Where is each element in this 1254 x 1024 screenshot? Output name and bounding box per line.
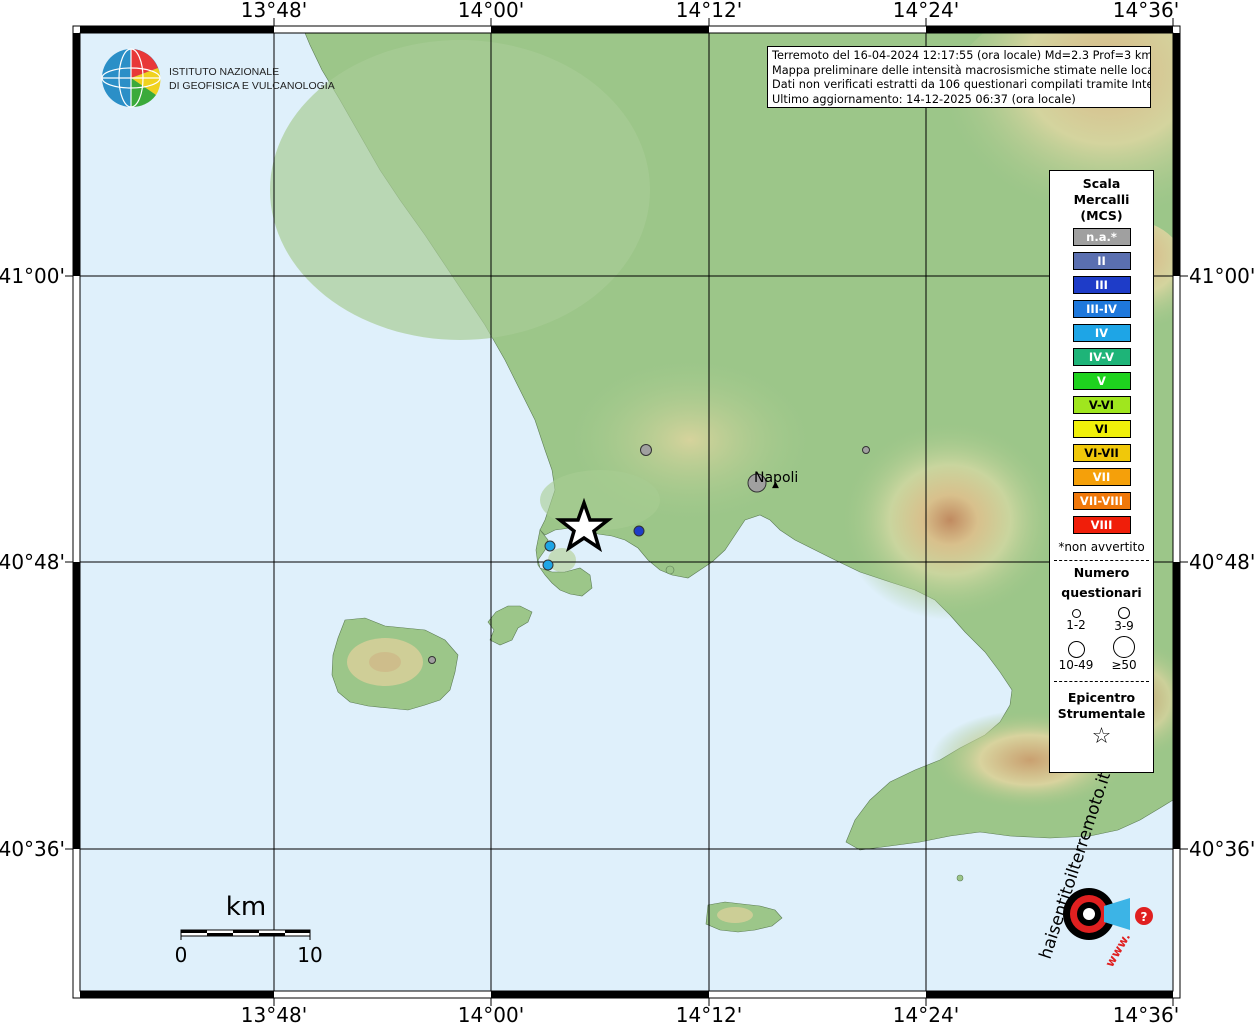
- legend-swatch-10: VII: [1072, 468, 1131, 486]
- size-class-4: ≥50: [1104, 636, 1144, 672]
- lon-tick-bottom-4: 14°24': [893, 1003, 959, 1024]
- point-intensity-iv[interactable]: [544, 540, 556, 552]
- legend-epi-title-line1: Epicentro: [1067, 690, 1136, 705]
- legend-title-line2: Mercalli: [1073, 192, 1130, 207]
- lon-tick-top-2: 14°00': [458, 0, 524, 22]
- legend-swatch-7: V-VI: [1072, 396, 1131, 414]
- lat-tick-left-3: 40°36': [0, 837, 65, 861]
- point-not-felt[interactable]: [862, 446, 870, 454]
- point-not-felt[interactable]: [640, 444, 652, 456]
- lon-tick-bottom-3: 14°12': [676, 1003, 742, 1024]
- size-class-1: 1-2: [1056, 609, 1096, 632]
- legend-title: Scala Mercalli (MCS): [1050, 176, 1153, 224]
- point-intensity-iv[interactable]: [542, 559, 554, 571]
- size-class-label: 10-49: [1058, 658, 1094, 672]
- size-ring-icon: [1067, 641, 1085, 658]
- legend-swatch-2: III: [1072, 276, 1131, 294]
- lon-labels-top: 13°48' 14°00' 14°12' 14°24' 14°36': [241, 0, 1179, 22]
- ingv-logo-line2: DI GEOFISICA E VULCANOLOGIA: [169, 80, 335, 92]
- lat-tick-right-1: 41°00': [1189, 264, 1254, 288]
- lat-tick-left-2: 40°48': [0, 550, 65, 574]
- lon-tick-top-5: 14°36': [1113, 0, 1179, 22]
- scale-unit: km: [226, 892, 266, 922]
- legend-count-title-line1: Numero: [1073, 565, 1130, 580]
- legend-separator: [1054, 681, 1149, 682]
- legend-count-title: Numero questionari: [1050, 563, 1153, 603]
- legend-star-icon: ☆: [1091, 724, 1112, 749]
- legend-title-line1: Scala: [1082, 176, 1121, 191]
- legend-count-title-line2: questionari: [1061, 585, 1142, 600]
- legend-swatch-11: VII-VIII: [1072, 492, 1131, 510]
- event-info-line1: Terremoto del 16-04-2024 12:17:55 (ora l…: [772, 49, 1151, 62]
- lon-labels-bottom: 13°48' 14°00' 14°12' 14°24' 14°36': [241, 1003, 1179, 1024]
- legend-swatch-3: III-IV: [1072, 300, 1131, 318]
- lat-tick-right-2: 40°48': [1189, 550, 1254, 574]
- lat-tick-left-1: 41°00': [0, 264, 65, 288]
- intensity-legend: Scala Mercalli (MCS) n.a.* II III III-IV IV I…: [1049, 170, 1154, 773]
- size-ring-icon: [1071, 609, 1081, 618]
- legend-size-classes: 1-2 3-9 10-49 ≥50: [1050, 603, 1153, 675]
- size-ring-icon: [1113, 636, 1135, 658]
- lon-tick-top-4: 14°24': [893, 0, 959, 22]
- size-class-label: ≥50: [1111, 658, 1137, 672]
- event-info-line2: Mappa preliminare delle intensità macros…: [772, 63, 1151, 77]
- size-class-label: 1-2: [1066, 618, 1086, 632]
- legend-title-line3: (MCS): [1080, 208, 1123, 223]
- size-class-label: 3-9: [1114, 619, 1134, 633]
- scale-end: 10: [297, 943, 322, 967]
- legend-swatch-12: VIII: [1072, 516, 1131, 534]
- lat-labels-right: 41°00' 40°48' 40°36': [1189, 264, 1254, 861]
- ingv-logo-line1: ISTITUTO NAZIONALE: [169, 66, 279, 78]
- legend-swatch-4: IV: [1072, 324, 1131, 342]
- legend-swatch-8: VI: [1072, 420, 1131, 438]
- scale-start: 0: [175, 943, 188, 967]
- lat-labels-left: 41°00' 40°48' 40°36': [0, 264, 65, 861]
- legend-epi-title-line2: Strumentale: [1057, 706, 1146, 721]
- lon-tick-top-1: 13°48': [241, 0, 307, 22]
- city-marker: ▲: [772, 480, 779, 490]
- legend-not-felt-note: *non avvertito: [1058, 540, 1145, 554]
- lat-tick-right-3: 40°36': [1189, 837, 1254, 861]
- lon-tick-bottom-1: 13°48': [241, 1003, 307, 1024]
- lon-tick-bottom-2: 14°00': [458, 1003, 524, 1024]
- size-class-3: 10-49: [1056, 641, 1096, 672]
- legend-swatch-9: VI-VII: [1072, 444, 1131, 462]
- svg-text:?: ?: [1141, 910, 1148, 924]
- event-info-line3: Dati non verificati estratti da 106 ques…: [772, 78, 1151, 91]
- event-info-box: Terremoto del 16-04-2024 12:17:55 (ora l…: [767, 46, 1151, 108]
- event-info-line4: Ultimo aggiornamento: 14-12-2025 06:37 (…: [772, 92, 1076, 106]
- point-intensity-iii[interactable]: [633, 525, 645, 537]
- legend-swatch-0: n.a.*: [1072, 228, 1131, 246]
- lon-tick-top-3: 14°12': [676, 0, 742, 22]
- size-ring-icon: [1118, 607, 1130, 619]
- size-class-2: 3-9: [1104, 607, 1144, 633]
- legend-epicenter-title: Epicentro Strumentale: [1050, 690, 1153, 722]
- legend-swatch-1: II: [1072, 252, 1131, 270]
- legend-swatch-6: V: [1072, 372, 1131, 390]
- legend-swatches: n.a.* II III III-IV IV IV-V V V-VI VI VI-VII VII VI…: [1050, 228, 1153, 534]
- legend-separator: [1054, 560, 1149, 561]
- lon-tick-bottom-5: 14°36': [1113, 1003, 1179, 1024]
- legend-swatch-5: IV-V: [1072, 348, 1131, 366]
- point-not-felt[interactable]: [428, 656, 436, 664]
